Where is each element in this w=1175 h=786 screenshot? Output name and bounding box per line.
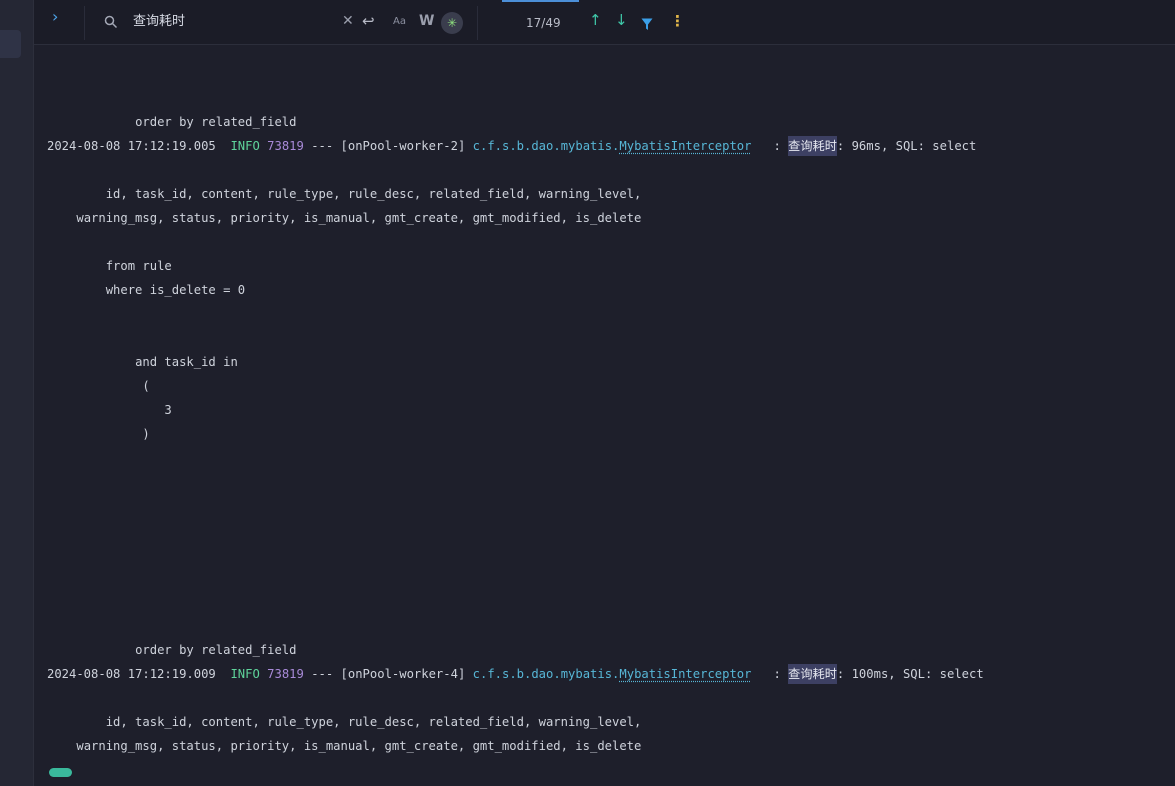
logger-package: c.f.s.b.dao.mybatis. bbox=[472, 139, 620, 153]
log-line: where is_delete = 0 bbox=[105, 283, 246, 297]
enter-icon[interactable]: ↩ bbox=[362, 12, 375, 30]
timestamp: 2024-08-08 17:12:19.009 bbox=[47, 667, 216, 681]
logger-package: c.f.s.b.dao.mybatis. bbox=[472, 667, 620, 681]
search-icon bbox=[104, 14, 118, 33]
process-id: 73819 bbox=[267, 667, 304, 681]
thread-name: [onPool-worker-4] bbox=[340, 667, 466, 681]
logger-class-link[interactable]: MybatisInterceptor bbox=[619, 667, 751, 681]
log-line: id, task_id, content, rule_type, rule_de… bbox=[105, 715, 642, 729]
search-match-highlight: 查询耗时 bbox=[788, 664, 837, 684]
thread-name: [onPool-worker-2] bbox=[340, 139, 466, 153]
search-toolbar: › 查询耗时 ✕ ↩ Aa W ✳ 17/49 ↑ ↓ ⋮ bbox=[34, 0, 1175, 45]
regex-icon[interactable]: ✳ bbox=[441, 12, 463, 34]
divider bbox=[84, 6, 85, 40]
log-entry-header: 2024-08-08 17:12:19.009 INFO 73819 --- [… bbox=[47, 664, 984, 684]
log-line: warning_msg, status, priority, is_manual… bbox=[76, 739, 642, 753]
log-line: warning_msg, status, priority, is_manual… bbox=[76, 211, 642, 225]
arrow-up-icon[interactable]: ↑ bbox=[589, 11, 602, 29]
filter-icon[interactable] bbox=[641, 16, 653, 35]
clear-icon[interactable]: ✕ bbox=[342, 13, 354, 29]
arrow-down-icon[interactable]: ↓ bbox=[615, 11, 628, 29]
horizontal-scrollbar[interactable] bbox=[49, 768, 72, 777]
active-tab-indicator bbox=[502, 0, 579, 2]
search-input[interactable]: 查询耗时 bbox=[133, 14, 185, 30]
log-entry-header: 2024-08-08 17:12:19.005 INFO 73819 --- [… bbox=[47, 136, 976, 156]
match-counter: 17/49 bbox=[526, 16, 561, 30]
log-line: ) bbox=[142, 427, 150, 441]
log-line: order by related_field bbox=[135, 643, 297, 657]
divider bbox=[477, 6, 478, 40]
gutter-active-marker[interactable] bbox=[0, 30, 21, 58]
whole-word-icon[interactable]: W bbox=[419, 13, 434, 29]
chevron-right-icon[interactable]: › bbox=[52, 9, 58, 25]
log-viewer[interactable]: order by related_field 2024-08-08 17:12:… bbox=[34, 45, 1175, 765]
left-gutter bbox=[0, 0, 34, 786]
log-line: and task_id in bbox=[135, 355, 238, 369]
log-level: INFO bbox=[230, 139, 260, 153]
log-line: id, task_id, content, rule_type, rule_de… bbox=[105, 187, 642, 201]
timestamp: 2024-08-08 17:12:19.005 bbox=[47, 139, 216, 153]
log-line: 3 bbox=[164, 403, 172, 417]
logger-class-link[interactable]: MybatisInterceptor bbox=[619, 139, 751, 153]
more-icon[interactable]: ⋮ bbox=[670, 12, 685, 30]
log-line: order by related_field bbox=[135, 115, 297, 129]
search-match-highlight: 查询耗时 bbox=[788, 136, 837, 156]
process-id: 73819 bbox=[267, 139, 304, 153]
log-level: INFO bbox=[230, 667, 260, 681]
log-line: from rule bbox=[105, 259, 172, 273]
log-line: ( bbox=[142, 379, 150, 393]
match-case-icon[interactable]: Aa bbox=[393, 16, 406, 27]
